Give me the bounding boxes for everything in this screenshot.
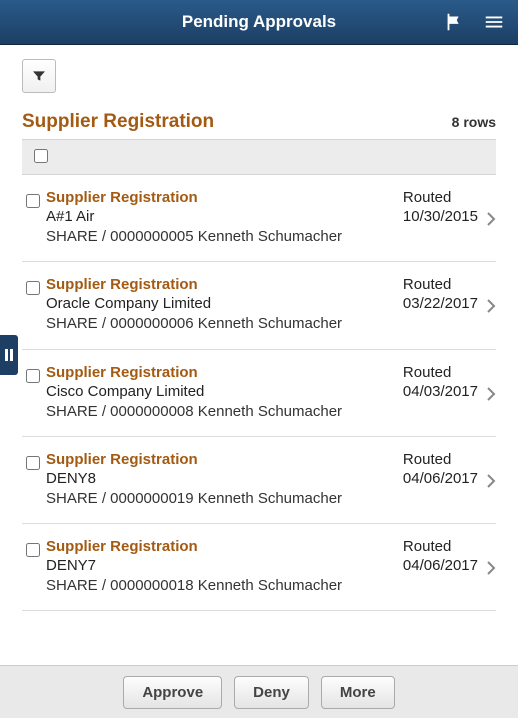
row-submitter: SHARE / 0000000018 Kenneth Schumacher	[46, 576, 386, 596]
chevron-right-icon[interactable]	[486, 298, 496, 319]
approvals-list: Supplier Registration A#1 Air SHARE / 0000…	[22, 175, 496, 611]
row-submitter: SHARE / 0000000008 Kenneth Schumacher	[46, 402, 386, 422]
row-name: Cisco Company Limited	[46, 383, 386, 400]
chevron-right-icon[interactable]	[486, 560, 496, 581]
row-submitter: SHARE / 0000000019 Kenneth Schumacher	[46, 489, 386, 509]
row-date: 04/06/2017	[403, 557, 478, 574]
row-date: 03/22/2017	[403, 295, 478, 312]
row-checkbox[interactable]	[26, 194, 40, 208]
list-item[interactable]: Supplier Registration A#1 Air SHARE / 0000…	[22, 175, 496, 262]
row-date: 04/06/2017	[403, 470, 478, 487]
row-type: Supplier Registration	[46, 189, 386, 206]
approve-button[interactable]: Approve	[123, 676, 222, 709]
deny-button[interactable]: Deny	[234, 676, 309, 709]
row-checkbox[interactable]	[26, 543, 40, 557]
rows-count: 8 rows	[452, 114, 496, 130]
select-all-checkbox[interactable]	[34, 149, 48, 163]
row-type: Supplier Registration	[46, 276, 386, 293]
row-type: Supplier Registration	[46, 538, 386, 555]
section-title: Supplier Registration	[22, 111, 214, 133]
action-footer: Approve Deny More	[0, 665, 518, 718]
row-date: 04/03/2017	[403, 383, 478, 400]
row-type: Supplier Registration	[46, 364, 386, 381]
row-checkbox[interactable]	[26, 281, 40, 295]
list-item[interactable]: Supplier Registration Oracle Company Limi…	[22, 262, 496, 349]
row-name: A#1 Air	[46, 208, 386, 225]
row-status: Routed	[403, 276, 478, 293]
side-pause-tab[interactable]	[0, 335, 18, 375]
row-type: Supplier Registration	[46, 451, 386, 468]
more-button[interactable]: More	[321, 676, 395, 709]
row-submitter: SHARE / 0000000005 Kenneth Schumacher	[46, 227, 386, 247]
app-header: Pending Approvals	[0, 0, 518, 45]
select-all-bar	[22, 139, 496, 175]
row-date: 10/30/2015	[403, 208, 478, 225]
content-scroll[interactable]: Supplier Registration 8 rows Supplier Re…	[0, 45, 518, 718]
row-name: Oracle Company Limited	[46, 295, 386, 312]
row-status: Routed	[403, 451, 478, 468]
list-item[interactable]: Supplier Registration DENY8 SHARE / 000000…	[22, 437, 496, 524]
row-status: Routed	[403, 538, 478, 555]
row-checkbox[interactable]	[26, 456, 40, 470]
row-name: DENY7	[46, 557, 386, 574]
list-item[interactable]: Supplier Registration Cisco Company Limit…	[22, 350, 496, 437]
row-status: Routed	[403, 364, 478, 381]
row-submitter: SHARE / 0000000006 Kenneth Schumacher	[46, 314, 386, 334]
chevron-right-icon[interactable]	[486, 386, 496, 407]
filter-button[interactable]	[22, 59, 56, 93]
row-status: Routed	[403, 189, 478, 206]
chevron-right-icon[interactable]	[486, 211, 496, 232]
list-item[interactable]: Supplier Registration DENY7 SHARE / 000000…	[22, 524, 496, 611]
menu-icon[interactable]	[474, 0, 514, 44]
row-name: DENY8	[46, 470, 386, 487]
row-checkbox[interactable]	[26, 369, 40, 383]
chevron-right-icon[interactable]	[486, 473, 496, 494]
flag-icon[interactable]	[434, 0, 474, 44]
